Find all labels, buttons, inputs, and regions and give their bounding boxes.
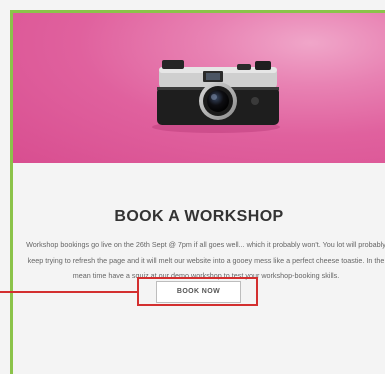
page-frame: BOOK A WORKSHOP Workshop bookings go liv…: [0, 0, 385, 374]
highlight-box: [137, 277, 258, 306]
highlight-pointer-line: [0, 291, 139, 293]
workshop-section: BOOK A WORKSHOP Workshop bookings go liv…: [13, 163, 385, 374]
workshop-title: BOOK A WORKSHOP: [114, 208, 284, 225]
hero-banner: [13, 13, 385, 163]
camera-illustration: [152, 60, 280, 133]
